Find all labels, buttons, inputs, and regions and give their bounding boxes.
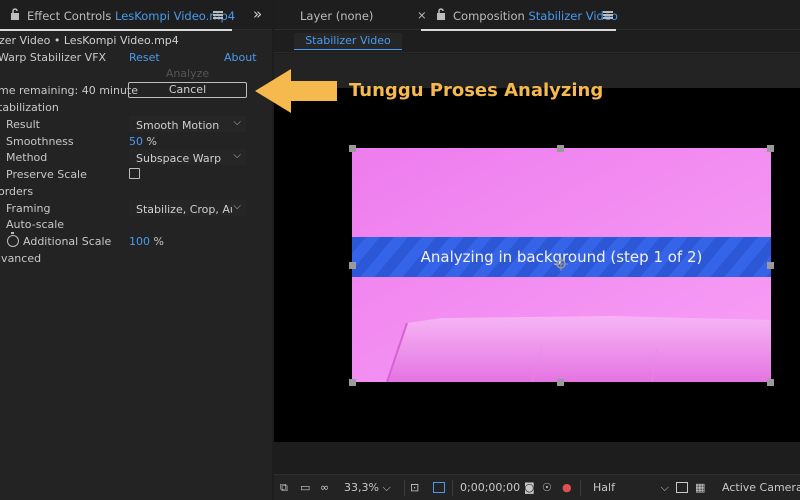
divider xyxy=(452,480,453,496)
reset-link[interactable]: Reset xyxy=(129,51,160,64)
show-snapshot-icon[interactable]: ☉ xyxy=(542,481,552,494)
transform-handle[interactable] xyxy=(767,262,774,269)
composition-subtab[interactable]: Stabilizer Video xyxy=(294,33,402,50)
time-remaining-text: me remaining: 40 minute xyxy=(0,84,139,97)
about-link[interactable]: About xyxy=(224,51,257,64)
transform-handle[interactable] xyxy=(557,145,564,152)
transform-handle[interactable] xyxy=(349,145,356,152)
composition-tabbar: Layer (none) × Composition Stabilizer Vi… xyxy=(274,0,800,31)
layer-tab[interactable]: Layer (none) xyxy=(300,9,373,23)
preserve-scale-checkbox[interactable] xyxy=(129,168,140,179)
chevron-down-icon: ⌵ xyxy=(233,150,241,161)
composition-subtab-bar: Stabilizer Video xyxy=(274,31,800,53)
panel-menu-icon[interactable] xyxy=(603,11,613,19)
zoom-value: 33,3% xyxy=(344,481,379,494)
smoothness-unit: % xyxy=(146,135,157,148)
composition-viewer[interactable]: Analyzing in background (step 1 of 2) xyxy=(274,88,800,442)
additional-scale-label: Additional Scale xyxy=(23,235,112,248)
additional-scale-value[interactable]: 100 xyxy=(129,235,150,248)
divider xyxy=(404,480,405,496)
section-borders-label: orders xyxy=(0,185,34,198)
result-row: Result Smooth Motion ⌵ xyxy=(0,116,272,133)
chevron-down-icon: ⌵ xyxy=(660,481,669,494)
color-channel-icon[interactable]: ● xyxy=(562,481,572,494)
effect-controls-tabbar: Effect Controls LesKompi Video.mp4 » xyxy=(0,0,272,31)
chevron-down-icon: ⌵ xyxy=(233,117,241,128)
framing-value: Stabilize, Crop, Auto xyxy=(136,203,232,216)
mask-visibility-icon[interactable]: ∞ xyxy=(320,481,329,494)
result-dropdown[interactable]: Smooth Motion ⌵ xyxy=(129,116,246,132)
method-label: Method xyxy=(6,151,48,164)
close-icon[interactable]: × xyxy=(417,8,427,22)
panel-overflow-icon[interactable]: » xyxy=(253,5,262,23)
effect-controls-tab-label: Effect Controls xyxy=(27,9,112,23)
framing-row: Framing Stabilize, Crop, Auto ⌵ xyxy=(0,200,272,217)
composition-panel: Layer (none) × Composition Stabilizer Vi… xyxy=(274,0,800,500)
lock-icon[interactable] xyxy=(436,8,446,20)
anchor-point-icon[interactable] xyxy=(554,257,568,271)
section-stabilization[interactable]: tabilization xyxy=(0,99,272,116)
additional-scale-row: Additional Scale 100 % xyxy=(0,232,272,250)
fast-previews-icon[interactable] xyxy=(676,482,688,493)
section-advanced-label: lvanced xyxy=(0,252,42,265)
additional-scale-unit: % xyxy=(153,235,164,248)
preserve-scale-row: Preserve Scale xyxy=(0,166,272,183)
effect-name[interactable]: Warp Stabilizer VFX xyxy=(0,51,106,64)
autoscale-label: Auto-scale xyxy=(6,218,65,231)
transform-handle[interactable] xyxy=(349,262,356,269)
cancel-button[interactable]: Cancel xyxy=(128,82,247,98)
section-stabilization-label: tabilization xyxy=(0,101,59,114)
composition-tab[interactable]: Composition Stabilizer Video xyxy=(453,9,618,23)
transform-handle[interactable] xyxy=(767,379,774,386)
autoscale-row[interactable]: Auto-scale xyxy=(0,216,272,233)
method-dropdown[interactable]: Subspace Warp ⌵ xyxy=(129,149,246,165)
transform-handle[interactable] xyxy=(767,145,774,152)
layer-path: zer Video • LesKompi Video.mp4 xyxy=(0,34,179,47)
analyze-button[interactable]: Analyze xyxy=(129,66,246,81)
timecode[interactable]: 0;00;00;00 xyxy=(460,481,520,494)
camera-view-dropdown[interactable]: Active Camera xyxy=(722,481,800,494)
composition-tab-prefix: Composition xyxy=(453,9,525,23)
active-tab-indicator xyxy=(0,29,232,31)
method-value: Subspace Warp xyxy=(136,152,222,165)
result-label: Result xyxy=(6,118,40,131)
section-advanced[interactable]: lvanced xyxy=(0,250,272,267)
framing-dropdown[interactable]: Stabilize, Crop, Auto ⌵ xyxy=(129,200,246,216)
stopwatch-icon[interactable] xyxy=(7,232,19,247)
result-value: Smooth Motion xyxy=(136,119,220,132)
effect-controls-tab[interactable]: Effect Controls LesKompi Video.mp4 xyxy=(27,9,235,23)
annotation-arrow xyxy=(255,69,337,113)
region-of-interest-icon[interactable] xyxy=(433,482,445,493)
effect-controls-panel: Effect Controls LesKompi Video.mp4 » zer… xyxy=(0,0,272,500)
panel-menu-icon[interactable] xyxy=(213,11,223,19)
always-preview-icon[interactable]: ⧉ xyxy=(280,481,288,495)
camera-snapshot-icon[interactable]: ◙ xyxy=(524,481,535,494)
transform-handle[interactable] xyxy=(557,379,564,386)
smoothness-value[interactable]: 50 xyxy=(129,135,143,148)
effect-header-row: Warp Stabilizer VFX Reset About xyxy=(0,49,272,66)
resolution-value: Half xyxy=(593,481,615,494)
divider xyxy=(580,480,581,496)
framing-label: Framing xyxy=(6,202,51,215)
smoothness-label: Smoothness xyxy=(6,135,74,148)
method-row: Method Subspace Warp ⌵ xyxy=(0,149,272,166)
lock-icon[interactable] xyxy=(10,8,20,20)
viewer-toolbar: ⧉ ▭ ∞ 33,3% ⌵ ⊡ 0;00;00;00 ◙ ☉ ● Half ⌵ … xyxy=(274,474,800,500)
chevron-down-icon: ⌵ xyxy=(382,481,391,494)
section-borders[interactable]: orders xyxy=(0,183,272,200)
annotation-text: Tunggu Proses Analyzing xyxy=(349,80,604,101)
zoom-dropdown[interactable]: 33,3% ⌵ xyxy=(344,481,391,495)
preserve-scale-label: Preserve Scale xyxy=(6,168,87,181)
chevron-down-icon: ⌵ xyxy=(233,201,241,212)
resolution-dropdown[interactable]: Half ⌵ xyxy=(593,481,669,495)
smoothness-row: Smoothness 50 % xyxy=(0,133,272,150)
safe-margins-icon[interactable]: ⊡ xyxy=(410,481,419,494)
transparency-grid-icon[interactable]: ▦ xyxy=(695,481,705,494)
transform-handle[interactable] xyxy=(349,379,356,386)
monitor-icon[interactable]: ▭ xyxy=(300,481,310,494)
